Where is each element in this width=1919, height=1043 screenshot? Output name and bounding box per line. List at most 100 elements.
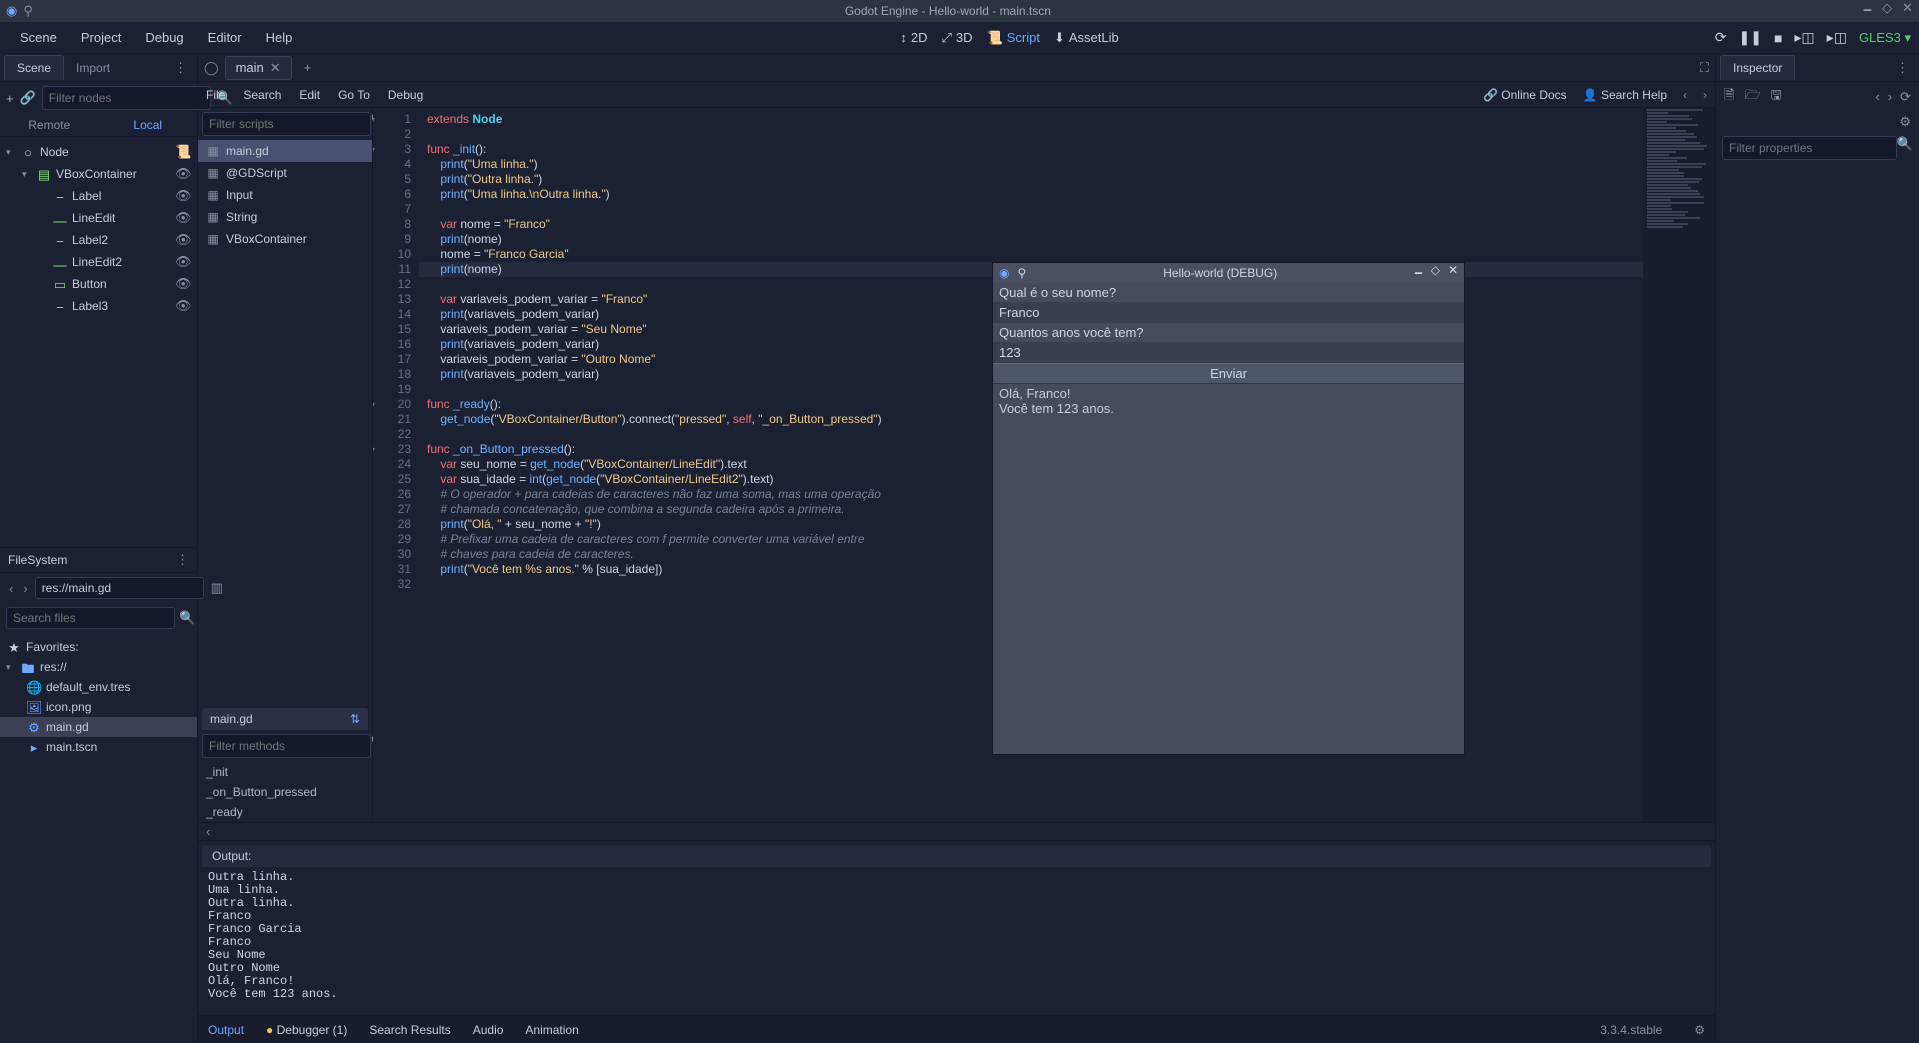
renderer-select[interactable]: GLES3 ▾ [1859,30,1911,46]
panel-menu-icon[interactable]: ⋮ [176,552,189,568]
history-forward-icon[interactable]: › [1888,89,1892,105]
script-menu-debug[interactable]: Debug [388,88,423,102]
tree-node[interactable]: ⎼LineEdit2👁 [0,251,197,273]
subtab-local[interactable]: Local [99,114,198,136]
script-menu-file[interactable]: File [206,88,225,102]
visibility-icon[interactable]: 👁 [175,298,191,314]
method-item[interactable]: _init [198,762,372,782]
menu-editor[interactable]: Editor [196,24,254,51]
tree-node[interactable]: ▭Button👁 [0,273,197,295]
status-audio[interactable]: Audio [473,1023,504,1037]
tab-scene[interactable]: Scene [4,55,64,80]
new-resource-icon[interactable]: 🗎 [1724,86,1734,108]
mode-3d[interactable]: ⤢ 3D [942,30,973,46]
collapse-icon[interactable]: ‹ [206,824,210,839]
minimap[interactable] [1643,108,1715,822]
subtab-remote[interactable]: Remote [0,114,99,136]
tree-node[interactable]: ⎼LineEdit👁 [0,207,197,229]
menu-project[interactable]: Project [69,24,133,51]
mode-2d[interactable]: ↕ 2D [900,30,927,45]
sort-methods-icon[interactable]: ⇅ [350,712,360,726]
script-menu-edit[interactable]: Edit [299,88,320,102]
stop-button[interactable]: ■ [1774,30,1782,46]
add-node-icon[interactable]: + [6,89,14,107]
tree-node[interactable]: ⎯Label2👁 [0,229,197,251]
game-input-name[interactable] [993,302,1464,323]
script-list-item[interactable]: ▦String [198,206,372,228]
tab-import[interactable]: Import [64,56,122,80]
script-icon[interactable]: 📜 [175,144,191,160]
tree-node[interactable]: ▾▤VBoxContainer👁 [0,163,197,185]
path-forward-icon[interactable]: › [20,581,30,596]
visibility-icon[interactable]: 👁 [175,166,191,182]
play-scene-button[interactable]: ▸◫ [1794,29,1814,46]
link-icon[interactable]: 🔗 [20,89,36,107]
filter-properties-input[interactable] [1722,136,1897,160]
script-list-item[interactable]: ▦Input [198,184,372,206]
game-maximize-button[interactable]: ◇ [1431,263,1440,284]
visibility-icon[interactable]: 👁 [175,254,191,270]
game-submit-button[interactable]: Enviar [993,363,1464,384]
tab-inspector[interactable]: Inspector [1720,55,1795,80]
status-search-results[interactable]: Search Results [369,1023,450,1037]
filter-nodes-input[interactable] [42,86,211,110]
script-list-item[interactable]: ▦VBoxContainer [198,228,372,250]
fullscreen-icon[interactable]: ⛶ [1700,60,1709,76]
search-help-link[interactable]: 👤 Search Help [1583,88,1667,102]
method-item[interactable]: _ready [198,802,372,822]
pause-button[interactable]: ❚❚ [1738,29,1761,46]
game-minimize-button[interactable]: 🗕 [1414,263,1423,284]
save-resource-icon[interactable]: 🖫 [1771,86,1782,108]
menu-scene[interactable]: Scene [8,24,69,51]
panel-menu-icon[interactable]: ⋮ [1890,60,1915,76]
visibility-icon[interactable]: 👁 [175,276,191,292]
mode-script[interactable]: 📜 Script [987,30,1040,46]
filter-scripts-input[interactable] [202,112,371,136]
game-close-button[interactable]: ✕ [1448,263,1458,284]
status-debugger[interactable]: ● Debugger (1) [266,1023,347,1037]
visibility-icon[interactable]: 👁 [175,232,191,248]
online-docs-link[interactable]: 🔗 Online Docs [1483,88,1567,102]
file-item[interactable]: 🌐default_env.tres [0,677,197,697]
path-back-icon[interactable]: ‹ [6,581,16,596]
history-back-icon[interactable]: ‹ [1875,89,1879,105]
file-item[interactable]: ⚙main.gd [0,717,197,737]
mode-assetlib[interactable]: ⬇ AssetLib [1054,30,1119,46]
script-list-item[interactable]: ▦main.gd [198,140,372,162]
visibility-icon[interactable]: 👁 [175,188,191,204]
nav-back-icon[interactable]: ‹ [1683,88,1687,102]
method-item[interactable]: _on_Button_pressed [198,782,372,802]
file-tab-main[interactable]: main ✕ [225,56,292,80]
script-list-item[interactable]: ▦@GDScript [198,162,372,184]
menu-debug[interactable]: Debug [133,24,195,51]
new-tab-icon[interactable]: + [298,60,318,75]
search-files-input[interactable] [6,607,175,629]
settings-icon[interactable]: ⚙ [1694,1023,1705,1037]
close-button[interactable]: ✕ [1902,0,1913,22]
filter-methods-input[interactable] [202,734,371,758]
status-output[interactable]: Output [208,1023,244,1037]
close-tab-icon[interactable]: ✕ [270,60,281,76]
search-icon[interactable]: 🔍 [179,610,195,626]
history-refresh-icon[interactable]: ⟳ [1900,89,1911,105]
res-root[interactable]: ▾ 🖿 res:// [0,657,197,677]
search-icon[interactable]: 🔍 [1897,136,1913,160]
path-input[interactable] [35,577,204,599]
tools-icon[interactable]: ⚙ [1899,114,1911,130]
script-menu-search[interactable]: Search [243,88,281,102]
load-resource-icon[interactable]: 🗁 [1744,86,1760,108]
script-menu-goto[interactable]: Go To [338,88,370,102]
tree-node[interactable]: ⎯Label3👁 [0,295,197,317]
game-input-age[interactable] [993,342,1464,363]
minimize-button[interactable]: 🗕 [1863,0,1872,22]
tree-node[interactable]: ⎯Label👁 [0,185,197,207]
play-custom-button[interactable]: ▸◫ [1827,29,1847,46]
visibility-icon[interactable]: 👁 [175,210,191,226]
menu-help[interactable]: Help [254,24,305,51]
nav-forward-icon[interactable]: › [1703,88,1707,102]
file-item[interactable]: ▸main.tscn [0,737,197,757]
reload-icon[interactable]: ⟳ [1715,29,1727,46]
status-animation[interactable]: Animation [525,1023,578,1037]
file-item[interactable]: 🖼icon.png [0,697,197,717]
maximize-button[interactable]: ◇ [1882,0,1892,22]
